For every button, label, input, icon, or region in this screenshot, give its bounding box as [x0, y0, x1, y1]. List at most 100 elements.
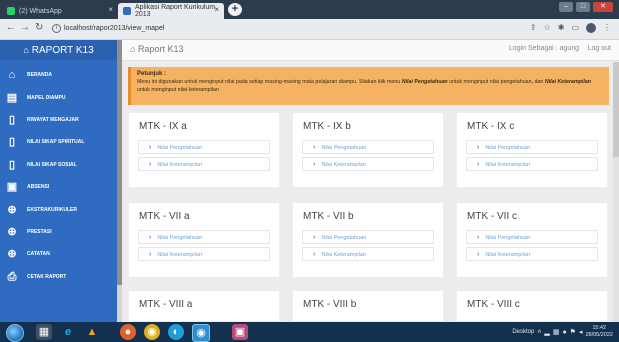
content-scrollbar[interactable]	[613, 62, 619, 322]
maximize-button[interactable]: □	[576, 2, 590, 12]
sidebar-item-mapel-diampu[interactable]: ▤ MAPEL DIAMPU	[0, 86, 117, 108]
menu-dots-icon[interactable]: ⋮	[603, 23, 611, 33]
nilai-keterampilan-link[interactable]: › Nilai Keterampilan	[302, 157, 434, 171]
sidebar-item-nilai-sikap-sosial[interactable]: ▯ NILAI SIKAP SOSIAL	[0, 154, 117, 176]
basketball-icon: ⊕	[7, 225, 17, 238]
subject-card: MTK - IX b › Nilai Pengetahuan › Nilai Ket…	[292, 112, 444, 188]
sidebar-item-ekstrakurikuler[interactable]: ⊕ EKSTRAKURIKULER	[0, 198, 117, 220]
chevron-right-icon: ›	[149, 234, 152, 241]
nilai-pengetahuan-link[interactable]: › Nilai Pengetahuan	[466, 230, 598, 244]
card-title: MTK - IX c	[467, 121, 515, 132]
instruction-notice: Petunjuk : Menu ini digunakan untuk meng…	[128, 67, 609, 105]
extensions-icon[interactable]: ✱	[558, 23, 565, 33]
document-icon: ▯	[8, 158, 16, 171]
firefox-icon[interactable]: ●	[120, 324, 136, 340]
sidebar-item-cetak-raport[interactable]: ⎙ CETAK RAPORT	[0, 266, 117, 288]
card-title: MTK - IX a	[139, 121, 187, 132]
sidebar-scrollbar[interactable]	[117, 40, 122, 322]
sidebar-item-label: EKSTRAKURIKULER	[27, 206, 77, 213]
close-icon[interactable]: ×	[214, 5, 219, 14]
info-icon[interactable]: i	[52, 23, 61, 33]
subject-card: MTK - VII a › Nilai Pengetahuan › Nilai Ke…	[128, 202, 280, 278]
browser-tab-whatsapp[interactable]: (2) WhatsApp ×	[2, 3, 118, 19]
nilai-keterampilan-link[interactable]: › Nilai Keterampilan	[138, 247, 270, 261]
nilai-keterampilan-link[interactable]: › Nilai Keterampilan	[466, 157, 598, 171]
internet-explorer-icon[interactable]: e	[60, 324, 76, 340]
book-icon: ▤	[6, 91, 18, 104]
nilai-keterampilan-link[interactable]: › Nilai Keterampilan	[138, 157, 270, 171]
nilai-pengetahuan-link[interactable]: › Nilai Pengetahuan	[302, 230, 434, 244]
chevron-up-icon[interactable]: ˄	[537, 329, 541, 336]
sidebar-item-riwayat-mengajar[interactable]: ▯ RIWAYAT MENGAJAR	[0, 109, 117, 131]
address-bar: ← → ↻ i localhost/rapor2013/view_mapel ⇪ …	[0, 19, 619, 40]
sidebar-item-label: NILAI SIKAP SPIRITUAL	[27, 139, 85, 146]
back-icon[interactable]: ←	[6, 22, 16, 33]
antivirus-icon[interactable]: ●	[562, 329, 566, 336]
nilai-pengetahuan-link[interactable]: › Nilai Pengetahuan	[138, 230, 270, 244]
card-title: MTK - VII b	[303, 211, 354, 222]
chevron-right-icon: ›	[477, 161, 480, 168]
subject-card: MTK - VIII c	[456, 290, 608, 322]
logout-link[interactable]: Log out	[588, 45, 611, 52]
close-icon[interactable]: ×	[108, 5, 113, 14]
print-icon: ⎙	[7, 270, 17, 283]
chrome-active-icon[interactable]: ◉	[192, 324, 210, 342]
sidebar-item-nilai-sikap-spiritual[interactable]: ▯ NILAI SIKAP SPIRITUAL	[0, 131, 117, 153]
chevron-right-icon: ›	[477, 234, 480, 241]
card-title: MTK - VIII a	[139, 299, 193, 310]
card-title: MTK - VII a	[139, 211, 190, 222]
subject-card: MTK - IX a › Nilai Pengetahuan › Nilai Ket…	[128, 112, 280, 188]
sidebar-item-prestasi[interactable]: ⊕ PRESTASI	[0, 221, 117, 243]
forward-icon[interactable]: →	[20, 22, 30, 33]
sidebar-item-label: BERANDA	[27, 72, 52, 79]
volume-icon[interactable]: ◂	[579, 328, 583, 336]
desktop-label[interactable]: Desktop	[512, 329, 534, 335]
url-text: localhost/rapor2013/view_mapel	[64, 25, 165, 32]
clock[interactable]: 15:42 28/05/2022	[585, 325, 613, 339]
whatsapp-icon	[7, 7, 15, 15]
share-icon[interactable]: ⇪	[530, 23, 537, 33]
sidebar-item-label: CETAK RAPORT	[27, 273, 67, 280]
explorer-icon[interactable]: ▦	[36, 324, 52, 340]
app-header: ⌂ Raport K13 Login Sebagai : agung Log o…	[122, 40, 619, 61]
flag-icon[interactable]: ⚑	[570, 328, 576, 336]
minimize-button[interactable]: –	[559, 2, 573, 12]
nilai-keterampilan-link[interactable]: › Nilai Keterampilan	[302, 247, 434, 261]
browser-tab-raport[interactable]: Aplikasi Raport Kurikulum 2013 ×	[118, 3, 224, 19]
tab-label: Aplikasi Raport Kurikulum 2013	[135, 4, 216, 18]
user-info: Login Sebagai : agung	[508, 45, 579, 52]
sidebar-item-beranda[interactable]: ⌂ BERANDA	[0, 64, 117, 86]
page-title: ⌂ Raport K13	[130, 44, 184, 54]
reload-icon[interactable]: ↻	[35, 22, 43, 33]
window-controls: – □ ✕	[559, 2, 613, 12]
start-button[interactable]	[6, 324, 24, 342]
close-window-button[interactable]: ✕	[593, 2, 613, 12]
nilai-keterampilan-link[interactable]: › Nilai Keterampilan	[466, 247, 598, 261]
chrome-icon[interactable]: ◉	[144, 324, 160, 340]
system-tray: Desktop ˄ ▂ ▦ ● ⚑ ◂ 15:42 28/05/2022	[512, 325, 613, 339]
signal-icon[interactable]: ▂	[544, 328, 549, 336]
card-title: MTK - VIII c	[467, 299, 520, 310]
star-icon[interactable]: ☆	[544, 23, 551, 33]
network-icon[interactable]: ▦	[553, 328, 560, 336]
scrollbar-thumb[interactable]	[117, 40, 122, 285]
chevron-right-icon: ›	[477, 144, 480, 151]
new-tab-button[interactable]: +	[228, 3, 242, 16]
paint-icon[interactable]: ▣	[232, 324, 248, 340]
chevron-right-icon: ›	[313, 161, 316, 168]
scrollbar-thumb[interactable]	[613, 62, 619, 157]
profile-avatar[interactable]	[586, 23, 596, 33]
sidebar-item-catatan[interactable]: ⊕ CATATAN	[0, 243, 117, 265]
vlc-icon[interactable]: ▲	[84, 324, 100, 340]
browser-toolbar-icons: ⇪ ☆ ✱ ▭ ⋮	[530, 23, 611, 33]
nilai-pengetahuan-link[interactable]: › Nilai Pengetahuan	[466, 140, 598, 154]
brand[interactable]: ⌂ RAPORT K13	[0, 40, 117, 60]
sidebar-toggle-icon[interactable]: ▭	[571, 23, 579, 33]
media-player-icon[interactable]: ◐	[168, 324, 184, 340]
sidebar-item-label: NILAI SIKAP SOSIAL	[27, 161, 77, 168]
url-field[interactable]: i localhost/rapor2013/view_mapel	[52, 22, 452, 35]
card-title: MTK - IX b	[303, 121, 351, 132]
nilai-pengetahuan-link[interactable]: › Nilai Pengetahuan	[138, 140, 270, 154]
sidebar-item-absensi[interactable]: ▣ ABSENSI	[0, 176, 117, 198]
nilai-pengetahuan-link[interactable]: › Nilai Pengetahuan	[302, 140, 434, 154]
